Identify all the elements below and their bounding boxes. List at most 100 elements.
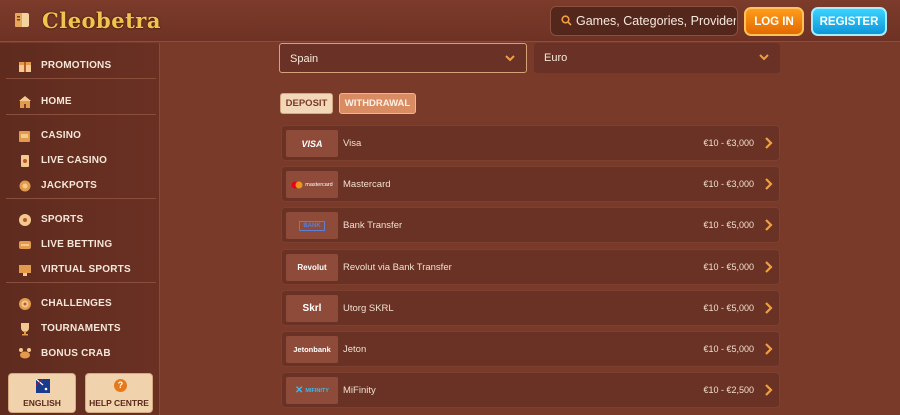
currency-value: Euro bbox=[544, 52, 568, 64]
ball-icon bbox=[19, 213, 31, 226]
mastercard-logo-text: mastercard bbox=[305, 181, 333, 188]
search-input[interactable] bbox=[576, 7, 736, 35]
payment-name: Mastercard bbox=[343, 179, 391, 190]
payment-name: Utorg SKRL bbox=[343, 303, 394, 314]
sidebar-item-promotions[interactable]: PROMOTIONS bbox=[6, 53, 156, 78]
payment-name: Revolut via Bank Transfer bbox=[343, 262, 452, 273]
payment-range: €10 - €5,000 bbox=[703, 303, 754, 313]
cards-icon bbox=[21, 154, 29, 167]
sidebar-item-label: PROMOTIONS bbox=[41, 60, 112, 71]
sidebar-item-label: SPORTS bbox=[41, 214, 84, 225]
revolut-logo: Revolut bbox=[286, 254, 338, 281]
mifinity-logo-text: MIFINITY bbox=[305, 387, 329, 394]
slot-machine-icon bbox=[19, 130, 30, 142]
tab-deposit[interactable]: DEPOSIT bbox=[280, 93, 333, 114]
sidebar-item-home[interactable]: HOME bbox=[6, 89, 156, 114]
chevron-right-icon bbox=[765, 384, 773, 396]
brand-logo[interactable]: Cleobetra bbox=[42, 8, 161, 33]
payment-range: €10 - €5,000 bbox=[703, 262, 754, 272]
chevron-right-icon bbox=[765, 137, 773, 149]
sidebar-item-label: BONUS CRAB bbox=[41, 348, 111, 359]
payment-range: €10 - €3,000 bbox=[703, 179, 754, 189]
chevron-down-icon bbox=[505, 55, 515, 62]
skrl-logo: Skrl bbox=[286, 295, 338, 322]
payment-row-jeton[interactable]: Jetonbank Jeton €10 - €5,000 bbox=[281, 331, 780, 367]
payment-row-revolut[interactable]: Revolut Revolut via Bank Transfer €10 - … bbox=[281, 249, 780, 285]
skrl-logo-text: Skrl bbox=[302, 303, 322, 314]
help-icon: ? bbox=[114, 379, 127, 392]
login-button[interactable]: LOG IN bbox=[744, 7, 804, 36]
register-button[interactable]: REGISTER bbox=[811, 7, 887, 36]
nav-group-sports: SPORTS LIVE BETTING VIRTUAL SPORTS bbox=[6, 207, 156, 283]
payment-row-mifinity[interactable]: ✕ MIFINITY MiFinity €10 - €2,500 bbox=[281, 372, 780, 408]
sidebar-item-label: JACKPOTS bbox=[41, 180, 98, 191]
payment-row-visa[interactable]: VISA Visa €10 - €3,000 bbox=[281, 125, 780, 161]
bank-logo: BANK bbox=[286, 212, 338, 239]
chevron-right-icon bbox=[765, 219, 773, 231]
sidebar-item-label: CASINO bbox=[41, 130, 82, 141]
live-icon bbox=[19, 240, 31, 249]
payment-name: Jeton bbox=[343, 344, 367, 355]
tab-withdrawal[interactable]: WITHDRAWAL bbox=[339, 93, 416, 114]
chevron-down-icon bbox=[759, 54, 769, 61]
payment-range: €10 - €3,000 bbox=[703, 138, 754, 148]
sidebar-item-live-betting[interactable]: LIVE BETTING bbox=[6, 232, 156, 257]
search-box[interactable] bbox=[550, 6, 738, 36]
sidebar-item-label: HOME bbox=[41, 96, 72, 107]
sidebar-item-casino[interactable]: CASINO bbox=[6, 123, 156, 148]
sidebar: PROMOTIONS HOME CASINO LIVE CASINO JACKP… bbox=[0, 43, 160, 415]
sidebar-item-live-casino[interactable]: LIVE CASINO bbox=[6, 148, 156, 173]
payment-row-bank-transfer[interactable]: BANK Bank Transfer €10 - €5,000 bbox=[281, 207, 780, 243]
currency-select[interactable]: Euro bbox=[534, 43, 780, 73]
help-label: HELP CENTRE bbox=[89, 398, 149, 408]
search-icon bbox=[561, 15, 572, 26]
country-value: Spain bbox=[290, 53, 319, 65]
home-icon bbox=[19, 95, 31, 108]
nav-group-challenges: CHALLENGES TOURNAMENTS BONUS CRAB bbox=[6, 291, 156, 366]
nav-group-promotions: PROMOTIONS bbox=[6, 53, 156, 79]
target-icon bbox=[19, 297, 31, 310]
payment-range: €10 - €2,500 bbox=[703, 385, 754, 395]
payment-name: Bank Transfer bbox=[343, 220, 403, 231]
visa-logo-text: VISA bbox=[301, 138, 323, 149]
sidebar-item-label: VIRTUAL SPORTS bbox=[41, 264, 131, 275]
payment-name: Visa bbox=[343, 138, 362, 149]
sidebar-item-bonus-crab[interactable]: BONUS CRAB bbox=[6, 341, 156, 366]
payment-row-mastercard[interactable]: mastercard Mastercard €10 - €3,000 bbox=[281, 166, 780, 202]
sidebar-item-sports[interactable]: SPORTS bbox=[6, 207, 156, 232]
revolut-logo-text: Revolut bbox=[297, 262, 327, 272]
gift-icon bbox=[19, 61, 31, 72]
mifinity-logo: ✕ MIFINITY bbox=[286, 377, 338, 404]
nav-group-casino: CASINO LIVE CASINO JACKPOTS bbox=[6, 123, 156, 199]
chevron-right-icon bbox=[765, 261, 773, 273]
jetonbank-logo: Jetonbank bbox=[286, 336, 338, 363]
sidebar-item-label: LIVE CASINO bbox=[41, 155, 108, 166]
chevron-right-icon bbox=[765, 343, 773, 355]
top-header: Cleobetra LOG IN REGISTER bbox=[0, 0, 900, 42]
chevron-right-icon bbox=[765, 178, 773, 190]
help-centre-button[interactable]: ? HELP CENTRE bbox=[85, 373, 153, 413]
sidebar-item-challenges[interactable]: CHALLENGES bbox=[6, 291, 156, 316]
crab-icon bbox=[19, 347, 31, 358]
mastercard-logo: mastercard bbox=[286, 171, 338, 198]
sidebar-item-virtual-sports[interactable]: VIRTUAL SPORTS bbox=[6, 257, 156, 282]
visa-logo: VISA bbox=[286, 130, 338, 157]
payment-name: MiFinity bbox=[343, 385, 376, 396]
chevron-right-icon bbox=[765, 302, 773, 314]
language-label: ENGLISH bbox=[23, 398, 61, 408]
jackpot-icon bbox=[19, 180, 31, 191]
language-button[interactable]: ENGLISH bbox=[8, 373, 76, 413]
australia-flag-icon bbox=[35, 378, 50, 393]
sidebar-item-label: LIVE BETTING bbox=[41, 239, 113, 250]
payment-range: €10 - €5,000 bbox=[703, 344, 754, 354]
bank-logo-text: BANK bbox=[299, 220, 325, 231]
nav-group-home: HOME bbox=[6, 89, 156, 115]
sidebar-item-label: TOURNAMENTS bbox=[41, 323, 121, 334]
menu-book-icon[interactable] bbox=[13, 11, 31, 29]
sidebar-item-label: CHALLENGES bbox=[41, 298, 112, 309]
sidebar-item-jackpots[interactable]: JACKPOTS bbox=[6, 173, 156, 198]
payment-row-utorg-skrl[interactable]: Skrl Utorg SKRL €10 - €5,000 bbox=[281, 290, 780, 326]
sidebar-item-tournaments[interactable]: TOURNAMENTS bbox=[6, 316, 156, 341]
screen-icon bbox=[19, 264, 31, 276]
country-select[interactable]: Spain bbox=[279, 43, 527, 73]
